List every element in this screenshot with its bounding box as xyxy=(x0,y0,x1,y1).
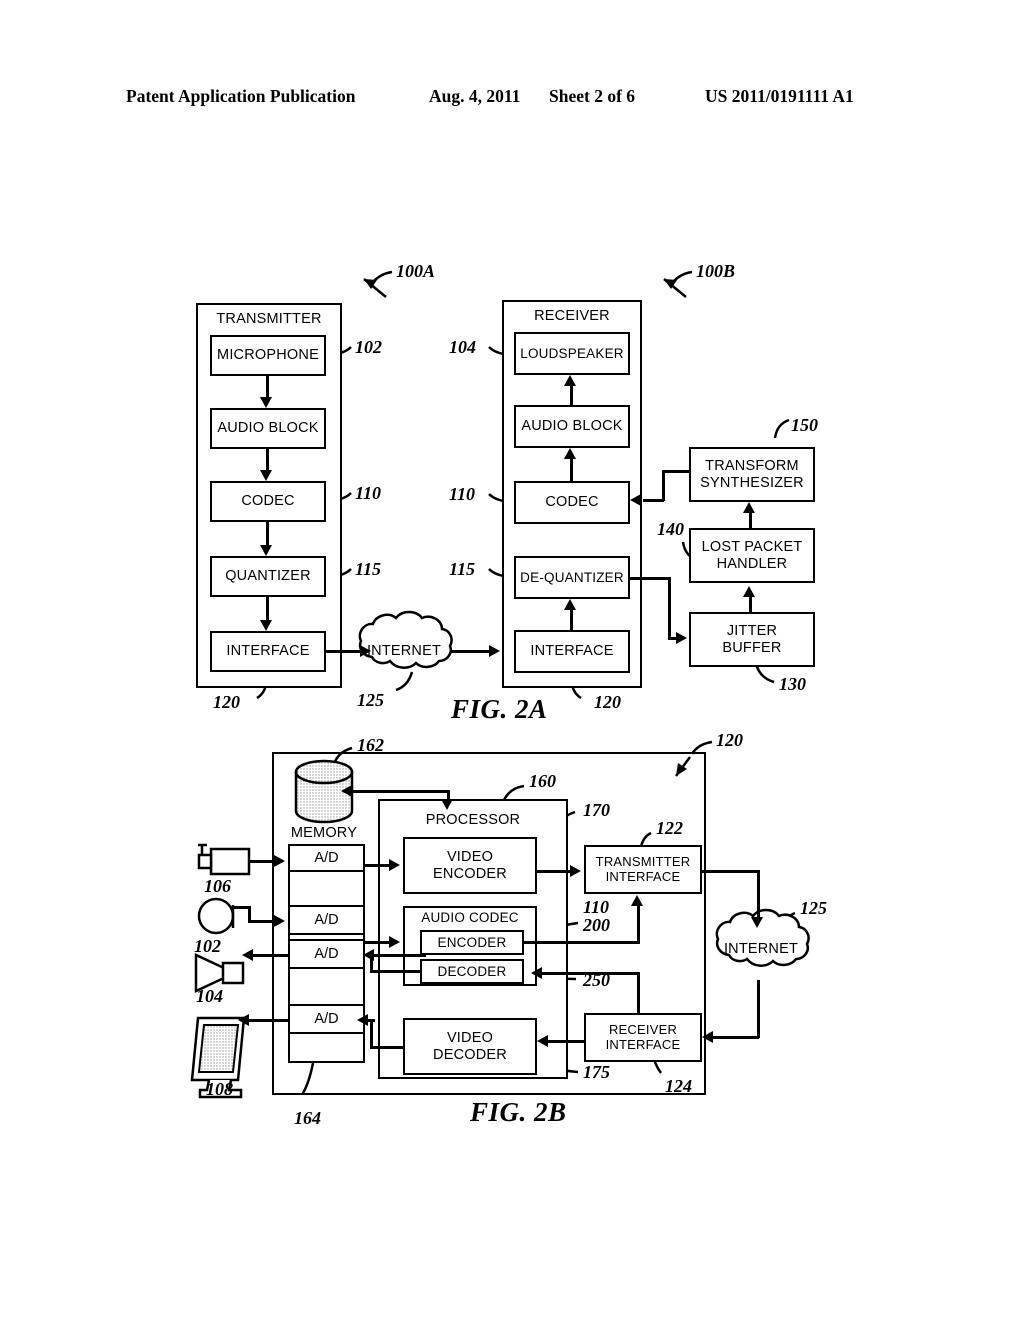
ad-converter-4-label: A/D xyxy=(314,1011,339,1027)
adec-to-ad3-line xyxy=(370,954,426,957)
ref-122: 122 xyxy=(656,818,683,838)
video-decoder-line1: VIDEO xyxy=(446,1030,494,1047)
net-to-rxif-v xyxy=(757,980,760,1038)
ad2-to-aenc-head xyxy=(389,936,400,948)
video-encoder-line2: ENCODER xyxy=(433,865,507,882)
internet-cloud-label-2b: INTERNET xyxy=(723,941,799,957)
ad-converter-3-label: A/D xyxy=(314,946,339,962)
ad-converter-1-label: A/D xyxy=(314,850,339,866)
ref-104-loudspeaker: 104 xyxy=(196,986,223,1006)
mem-proc-h xyxy=(349,790,449,793)
video-encoder-line1: VIDEO xyxy=(446,849,494,866)
video-decoder-line2: DECODER xyxy=(433,1046,507,1063)
ad-to-display-line xyxy=(248,1019,288,1022)
ref-125-2b: 125 xyxy=(800,898,827,918)
ref-106-camera: 106 xyxy=(204,876,231,896)
ref-170: 170 xyxy=(583,800,610,820)
audio-codec-label: AUDIO CODEC xyxy=(421,910,519,925)
memory-label: MEMORY xyxy=(290,825,358,841)
block-video-encoder: VIDEO ENCODER xyxy=(403,837,537,894)
ad-converter-2-label: A/D xyxy=(314,912,339,928)
transmitter-interface-line1: TRANSMITTER xyxy=(595,853,691,869)
aenc-to-txif-head xyxy=(631,895,643,906)
txif-to-net-h xyxy=(702,870,759,873)
mic-to-ad-head xyxy=(274,915,285,927)
mic-to-ad-h2 xyxy=(248,920,276,923)
block-audio-encoder: ENCODER xyxy=(420,930,524,955)
vdec-to-ad4-line xyxy=(370,1046,403,1049)
figure-2b: MEMORY 162 164 120 106 102 104 108 A/D A… xyxy=(0,0,1024,1200)
ad-to-speaker-line xyxy=(250,954,288,957)
ref-200-encoder: 200 xyxy=(583,915,610,935)
block-transmitter-interface: TRANSMITTER INTERFACE xyxy=(584,845,702,894)
ref-102-microphone: 102 xyxy=(194,936,221,956)
ref-108-display: 108 xyxy=(206,1079,233,1099)
figure-2b-label: FIG. 2B xyxy=(470,1097,567,1127)
receiver-interface-line2: INTERFACE xyxy=(605,1036,681,1052)
transmitter-interface-line2: INTERFACE xyxy=(605,868,681,884)
txif-to-net-v xyxy=(757,870,760,919)
block-video-decoder: VIDEO DECODER xyxy=(403,1018,537,1075)
rxif-to-adec-h xyxy=(540,972,640,975)
rxif-to-vdec-line xyxy=(546,1040,586,1043)
vdec-to-ad4-v xyxy=(370,1019,373,1048)
ref-175: 175 xyxy=(583,1062,610,1082)
ref-164: 164 xyxy=(294,1108,321,1128)
rxif-to-adec-v xyxy=(637,972,640,1015)
venc-to-txif-head xyxy=(570,865,581,877)
block-receiver-interface: RECEIVER INTERFACE xyxy=(584,1013,702,1062)
camera-to-ad-line xyxy=(249,860,276,863)
ad-converter-1: A/D xyxy=(288,844,365,872)
ad1-to-venc-head xyxy=(389,859,400,871)
block-audio-decoder: DECODER xyxy=(420,959,524,984)
camera-to-ad-head xyxy=(274,855,285,867)
ad-spacer-3 xyxy=(288,969,365,1006)
audio-decoder-label: DECODER xyxy=(437,963,507,979)
processor-label: PROCESSOR xyxy=(425,812,521,828)
ad2-to-aenc-line xyxy=(365,941,391,944)
ad-spacer-1 xyxy=(288,872,365,907)
aenc-to-txif-h xyxy=(524,941,640,944)
rxif-to-vdec-head xyxy=(537,1035,548,1047)
ad-converter-2: A/D xyxy=(288,907,365,935)
ad-to-speaker-head xyxy=(242,949,253,961)
txif-to-net-head xyxy=(751,917,763,928)
ad-to-display-head xyxy=(238,1014,249,1026)
audio-encoder-label: ENCODER xyxy=(437,934,507,950)
receiver-interface-line1: RECEIVER xyxy=(608,1021,678,1037)
adec-to-ad3-h2 xyxy=(370,970,422,973)
venc-to-txif-line xyxy=(537,870,572,873)
ref-160: 160 xyxy=(529,771,556,791)
ref-162: 162 xyxy=(357,735,384,755)
ref-120-device: 120 xyxy=(716,730,743,750)
ad-converter-3: A/D xyxy=(288,941,365,969)
ref-124: 124 xyxy=(665,1076,692,1096)
aenc-to-txif-v xyxy=(637,906,640,943)
vdec-to-ad4-head xyxy=(357,1014,368,1026)
ad1-to-venc-line xyxy=(365,864,391,867)
ad-spacer-4 xyxy=(288,1034,365,1063)
net-to-rxif-head xyxy=(702,1031,713,1043)
mem-proc-left-head xyxy=(341,785,352,797)
ad-converter-4: A/D xyxy=(288,1006,365,1034)
rxif-to-adec-head xyxy=(531,967,542,979)
net-to-rxif-h xyxy=(712,1036,759,1039)
mem-proc-down-head xyxy=(441,799,453,810)
